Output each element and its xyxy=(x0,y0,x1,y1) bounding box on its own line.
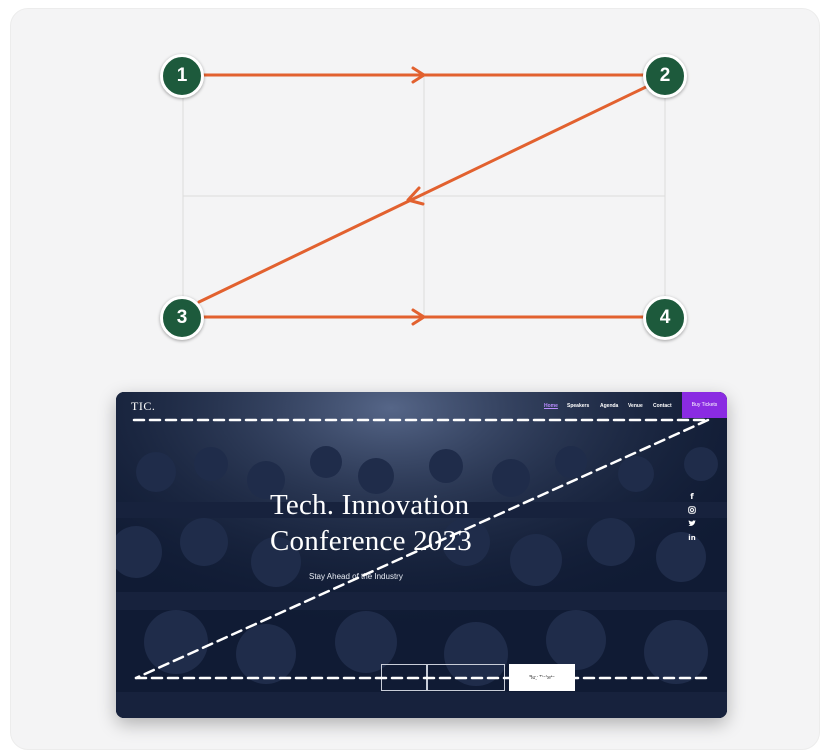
website-mockup: TIC. Home Speakers Agenda Venue Contact … xyxy=(116,392,727,718)
step-badge-4: 4 xyxy=(643,296,687,340)
step-badge-2: 2 xyxy=(643,54,687,98)
z-pattern-dashed-overlay xyxy=(132,418,710,680)
dashed-line-diagonal xyxy=(134,418,710,680)
step-badge-3: 3 xyxy=(160,296,204,340)
step-badge-1: 1 xyxy=(160,54,204,98)
